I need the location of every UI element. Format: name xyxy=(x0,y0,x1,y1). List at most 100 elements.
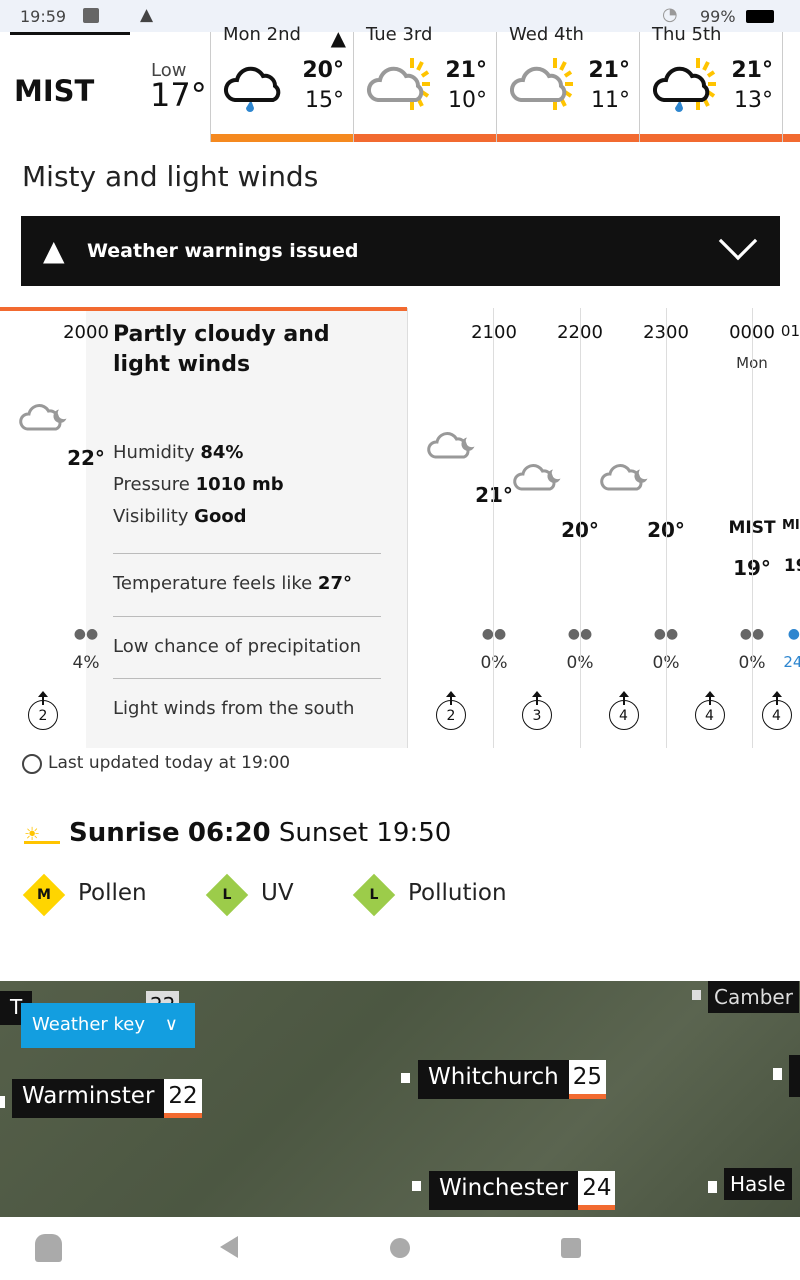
sunset-label: Sunset xyxy=(278,818,369,848)
low-temp: 17° xyxy=(150,76,207,114)
hour-column[interactable]: 0000 Mon MIST 19° ●● 0% 4 xyxy=(666,308,776,748)
index-label: UV xyxy=(261,880,294,906)
hour-column[interactable]: 2200 20° ●● 0% 3 xyxy=(493,308,603,748)
hour-column[interactable]: 2100 21° ●● 0% 2 xyxy=(407,308,517,748)
day-tab[interactable]: Thu 5th 21° 13° xyxy=(639,24,783,142)
wifi-icon: ◔ xyxy=(662,4,678,25)
visibility-label: Visibility xyxy=(113,506,189,527)
warning-icon: ▲ xyxy=(330,26,346,50)
precip-chance: 4% xyxy=(72,653,100,673)
hour-condition: MIST xyxy=(781,518,800,533)
day-name: Wed 4th xyxy=(509,24,584,45)
wind-arrow-icon: 4 xyxy=(608,691,639,730)
detail-title: Partly cloudy and light winds xyxy=(113,322,330,377)
wind-arrow-icon: 2 xyxy=(436,691,466,730)
precip-chance: 24% xyxy=(783,653,800,671)
cloud-moon-icon xyxy=(425,424,479,472)
weather-map[interactable]: T 22 Weather key ∨ Warminster22 Whitchur… xyxy=(0,981,800,1217)
index-badge: L xyxy=(205,873,249,917)
visibility-value: Good xyxy=(194,506,247,527)
chevron-down-icon xyxy=(718,221,758,261)
day-high: 21° xyxy=(445,58,487,83)
map-place-warminster[interactable]: Warminster 22 xyxy=(12,1079,202,1118)
wind-arrow-icon: 4 xyxy=(694,691,725,730)
sunrise-icon: ☀ xyxy=(24,826,60,844)
hour-time: 0100 xyxy=(780,322,800,340)
chevron-down-icon: ∨ xyxy=(164,1014,178,1035)
weather-key-button[interactable]: Weather key ∨ xyxy=(21,1003,195,1048)
wind-arrow-icon: 2 xyxy=(28,691,58,730)
temp-bar xyxy=(211,134,354,142)
hour-temp: 22° xyxy=(67,446,105,470)
temp-bar xyxy=(783,134,800,142)
sun-times: Sunrise 06:20 Sunset 19:50 xyxy=(69,818,451,848)
battery-icon xyxy=(746,10,774,23)
hour-column[interactable]: 2300 20° ●● 0% 4 xyxy=(580,308,689,748)
sunrise-label: Sunrise xyxy=(69,818,180,848)
temp-bar xyxy=(354,134,497,142)
map-place-winchester[interactable]: Winchester 24 xyxy=(429,1171,616,1210)
day-low: 10° xyxy=(448,88,487,113)
map-place-whitchurch[interactable]: Whitchurch 25 xyxy=(418,1060,606,1099)
wind-arrow-icon: 4 xyxy=(761,691,792,730)
day-tab[interactable]: Tue 3rd 21° 10° xyxy=(353,24,497,142)
feels-value: 27° xyxy=(317,573,352,594)
day-name: Thu 5th xyxy=(652,24,722,45)
image-icon xyxy=(83,8,99,23)
last-updated: Last updated today at 19:00 xyxy=(48,753,291,773)
feels-label: Temperature feels like xyxy=(113,573,313,594)
temp-bar xyxy=(497,134,640,142)
hour-column[interactable]: 0100 MIST 19° ●● 24% 4 xyxy=(752,308,800,748)
index-pollution[interactable]: L Pollution xyxy=(352,873,552,917)
nav-bar xyxy=(0,1217,800,1280)
warning-icon: ▲ xyxy=(43,234,65,267)
warning-label: Weather warnings issued xyxy=(87,240,359,262)
cloud-moon-icon xyxy=(17,396,71,444)
day-low: 15° xyxy=(305,88,344,113)
sunset-time: 19:50 xyxy=(376,818,452,848)
index-label: Pollen xyxy=(78,880,147,906)
back-icon[interactable] xyxy=(220,1236,238,1258)
app-icon[interactable] xyxy=(35,1234,62,1262)
map-place-hasle[interactable]: Hasle xyxy=(724,1168,792,1200)
index-badge: M xyxy=(22,873,66,917)
current-condition: MIST xyxy=(14,74,95,108)
sunrise-time: 06:20 xyxy=(187,818,271,848)
hour-temp: 19° xyxy=(783,556,800,576)
cloud-moon-icon xyxy=(598,456,652,504)
day-name: Tue 3rd xyxy=(366,24,433,45)
day-tab[interactable]: Mon 2nd ▲ 20° 15° xyxy=(210,24,354,142)
warning-banner[interactable]: ▲ Weather warnings issued xyxy=(21,216,780,286)
status-time: 19:59 xyxy=(20,7,67,26)
clock-icon xyxy=(22,754,42,774)
day-tab[interactable] xyxy=(782,32,800,142)
cloud-moon-icon xyxy=(511,456,565,504)
map-place-camber[interactable]: Camber xyxy=(708,981,799,1013)
wind-text: Light winds from the south xyxy=(113,698,355,719)
home-icon[interactable] xyxy=(390,1238,410,1258)
pressure-label: Pressure xyxy=(113,474,190,495)
logo-fragment xyxy=(10,32,130,35)
hour-column[interactable]: 2000 22° ●● 4% 2 xyxy=(0,308,109,748)
index-badge: L xyxy=(352,873,396,917)
index-label: Pollution xyxy=(408,880,507,906)
wind-arrow-icon: 3 xyxy=(522,691,552,730)
day-name: Mon 2nd xyxy=(223,24,301,45)
raindrops-icon: ●● xyxy=(787,626,800,642)
index-pollen[interactable]: M Pollen xyxy=(22,873,222,917)
day-high: 20° xyxy=(302,58,344,83)
warning-icon: ▲ xyxy=(140,5,154,25)
day-high: 21° xyxy=(588,58,630,83)
summary: Misty and light winds xyxy=(22,160,319,193)
temp-bar xyxy=(640,134,783,142)
raindrops-icon: ●● xyxy=(73,626,99,642)
day-tab[interactable]: Wed 4th 21° 11° xyxy=(496,24,640,142)
day-low: 13° xyxy=(734,88,773,113)
precip-text: Low chance of precipitation xyxy=(113,636,362,657)
hour-time: 2000 xyxy=(63,322,109,343)
day-low: 11° xyxy=(591,88,630,113)
recents-icon[interactable] xyxy=(561,1238,581,1258)
weather-key-label: Weather key xyxy=(32,1014,146,1035)
pressure-value: 1010 mb xyxy=(195,474,284,495)
humidity-value: 84% xyxy=(200,442,244,463)
